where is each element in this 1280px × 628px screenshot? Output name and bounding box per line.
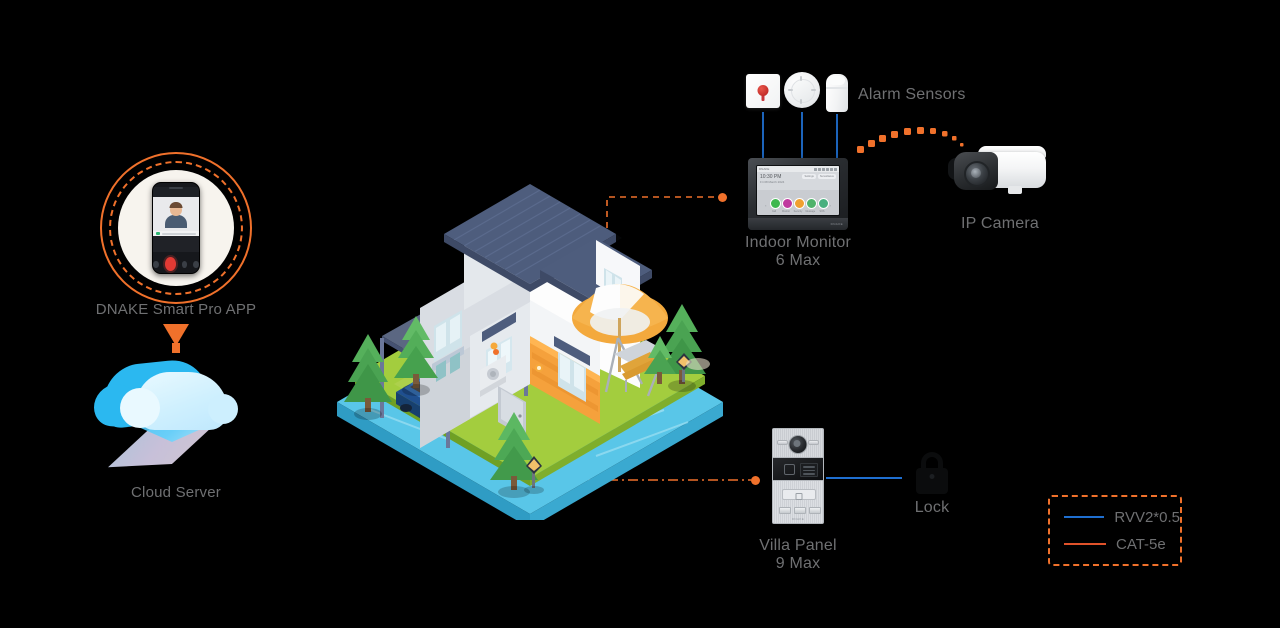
- speaker-grille-right-icon: [808, 440, 819, 445]
- monitor-brand-small: DNAKE: [759, 167, 770, 171]
- mute-icon: [153, 260, 159, 268]
- monitor-app-message[interactable]: Message: [805, 198, 817, 213]
- app-label: DNAKE Smart Pro APP: [95, 301, 257, 318]
- monitor-app-call[interactable]: Call: [769, 198, 781, 213]
- padlock-keyhole-icon: [929, 474, 935, 479]
- gas-detector-cap: [829, 76, 845, 85]
- villa-panel-bottom-section: DNAKE: [772, 480, 824, 524]
- sos-icon: [817, 198, 829, 209]
- nfc-reader-icon: [784, 464, 795, 475]
- ip-camera-label: IP Camera: [961, 215, 1039, 232]
- smoke-vent: [800, 76, 802, 81]
- dnake-smart-pro-app-node[interactable]: [100, 152, 252, 304]
- snapshot-icon: [193, 260, 199, 268]
- cloud-front-shape: [120, 372, 238, 430]
- villa-panel-brand: DNAKE: [791, 517, 805, 521]
- unlock-icon: [181, 260, 188, 268]
- call-info-line: [162, 232, 196, 235]
- call-controls: [153, 252, 199, 273]
- indoor-monitor-label: Indoor Monitor 6 Max: [745, 234, 851, 269]
- monitor-brand: DNAKE: [830, 222, 843, 226]
- gas-detector-band: [826, 87, 848, 89]
- downward-arrow-icon: [163, 324, 189, 354]
- villa-panel-device[interactable]: DNAKE: [772, 428, 824, 524]
- smartphone-icon: [152, 182, 200, 274]
- legend-label-cat5e: CAT-5e: [1116, 535, 1166, 553]
- legend-item-cat5e: CAT-5e: [1064, 536, 1180, 553]
- monitor-screen[interactable]: DNAKE 10:30 PM Fri 08 March 2024 Setting…: [756, 165, 840, 216]
- call-buttons[interactable]: [779, 507, 821, 514]
- panel-display: [800, 463, 818, 477]
- smoke-detector-sensor[interactable]: [784, 72, 820, 108]
- smoke-vent: [811, 89, 816, 91]
- legend-item-rvv: RVV2*0.5: [1064, 509, 1180, 526]
- camera-head: [954, 152, 998, 190]
- phone-statusbar: [153, 187, 199, 197]
- villa-panel-display-band: [772, 458, 824, 480]
- legend-label-rvv: RVV2*0.5: [1114, 508, 1180, 526]
- lock-device[interactable]: [912, 452, 952, 494]
- monitor-chip-surveillance[interactable]: Surveillance: [817, 174, 836, 179]
- monitor-chip-settings[interactable]: Settings: [802, 174, 816, 179]
- camera-mount: [1008, 186, 1022, 194]
- monitor-prev-arrow[interactable]: ‹: [765, 203, 766, 208]
- card-reader-icon: [782, 489, 816, 500]
- monitor-app-security[interactable]: Security: [793, 198, 805, 213]
- legend-box: RVV2*0.5 CAT-5e: [1048, 495, 1182, 566]
- cloud-server-node[interactable]: [96, 352, 256, 472]
- phone-notch: [169, 187, 183, 189]
- monitor-app-label: Call: [771, 210, 777, 213]
- monitor-quick-chips: Settings Surveillance: [802, 174, 836, 188]
- caller-body: [165, 215, 187, 228]
- smoke-vent: [800, 99, 802, 104]
- villa-panel-top-section: [772, 428, 824, 458]
- end-call-button-icon: [164, 257, 176, 271]
- monitor-next-arrow[interactable]: ›: [830, 203, 831, 208]
- monitor-icon: [781, 198, 793, 209]
- monitor-app-label: SOS: [819, 210, 825, 213]
- monitor-home-header: 10:30 PM Fri 08 March 2024 Settings Surv…: [757, 172, 839, 190]
- ip-camera-device[interactable]: [948, 144, 1052, 202]
- legend-line-orange: [1064, 543, 1106, 545]
- diagram-canvas: DNAKE Smart Pro APP Cloud Server Alarm S…: [0, 0, 1280, 628]
- security-icon: [793, 198, 805, 209]
- monitor-app-row: ‹ Call Monitor Security Message SOS ›: [757, 198, 839, 213]
- monitor-chin: DNAKE: [748, 218, 848, 230]
- smoke-vent: [788, 89, 793, 91]
- caller-hair: [169, 202, 183, 208]
- smoke-detector-center: [791, 79, 815, 103]
- villa-panel-label: Villa Panel 9 Max: [759, 537, 837, 572]
- lock-label: Lock: [914, 499, 950, 516]
- gas-detector-sensor[interactable]: [826, 74, 848, 112]
- message-icon: [805, 198, 817, 209]
- monitor-app-label: Security: [793, 210, 803, 213]
- monitor-date: Fri 08 March 2024: [760, 180, 785, 184]
- indoor-monitor-device[interactable]: DNAKE 10:30 PM Fri 08 March 2024 Setting…: [748, 158, 848, 230]
- panel-camera-lens-icon: [788, 435, 808, 454]
- padlock-body-icon: [916, 468, 948, 494]
- monitor-bezel: DNAKE 10:30 PM Fri 08 March 2024 Setting…: [748, 158, 848, 230]
- monitor-status-icons: [814, 167, 837, 171]
- monitor-app-label: Message: [805, 210, 816, 213]
- camera-lens-icon: [964, 161, 990, 187]
- isometric-house-illustration: [330, 140, 730, 528]
- cloud-label: Cloud Server: [131, 484, 221, 501]
- monitor-app-label: Monitor: [782, 210, 790, 213]
- speaker-grille-left-icon: [777, 440, 788, 445]
- call-status-dot: [156, 232, 160, 235]
- legend-line-blue: [1064, 516, 1105, 518]
- call-icon: [769, 198, 781, 209]
- phone-middle-area: [153, 236, 199, 252]
- video-call-preview: [153, 197, 199, 231]
- monitor-app-sos[interactable]: SOS: [817, 198, 829, 213]
- panic-button-sensor[interactable]: [746, 74, 780, 108]
- endpoint-dot-villa-panel: [751, 476, 760, 485]
- monitor-app-monitor[interactable]: Monitor: [781, 198, 793, 213]
- alarm-sensors-label: Alarm Sensors: [858, 86, 966, 103]
- panic-button-icon: [757, 85, 769, 96]
